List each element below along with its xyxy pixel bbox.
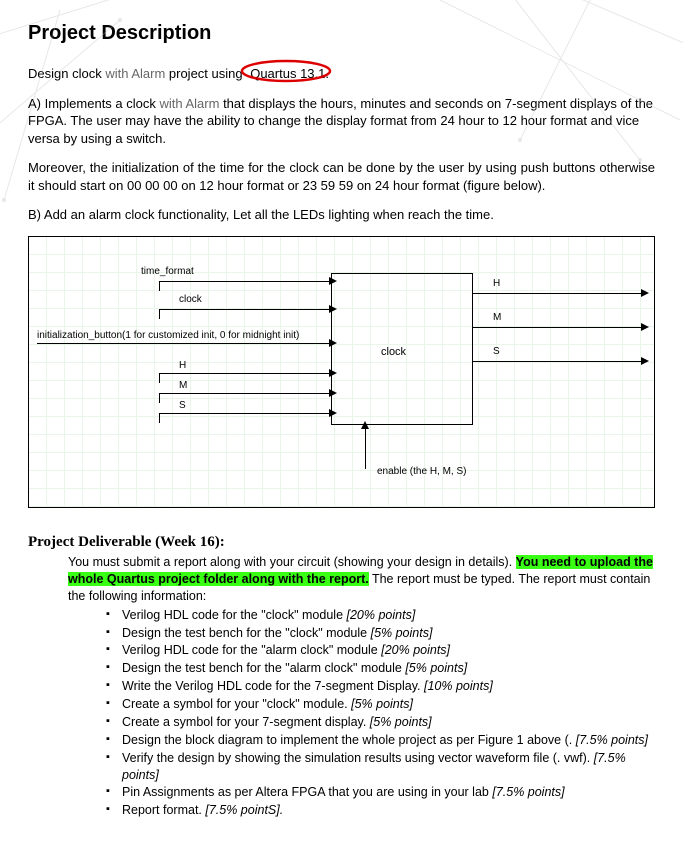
list-item: Design the block diagram to implement th… <box>106 732 655 749</box>
label-H-in: H <box>179 359 186 373</box>
red-circle-annotation <box>238 59 338 85</box>
line-clock-in <box>159 309 331 310</box>
line-time-format <box>159 281 331 282</box>
deliv-prefix: You must submit a report along with your… <box>68 555 516 569</box>
item-text: Verilog HDL code for the "clock" module <box>122 608 347 622</box>
section-a: A) Implements a clock with Alarm that di… <box>28 95 655 148</box>
item-points: [7.5% points] <box>492 785 564 799</box>
item-points: [5% points] <box>405 661 467 675</box>
item-points: [7.5% points] <box>576 733 648 747</box>
list-item: Create a symbol for your 7-segment displ… <box>106 714 655 731</box>
line-enable <box>365 423 366 469</box>
label-time-format: time_format <box>141 265 194 279</box>
item-text: Create a symbol for your "clock" module. <box>122 697 351 711</box>
label-S-out: S <box>493 345 500 359</box>
label-S-in: S <box>179 399 186 413</box>
intro-suffix: project using <box>169 66 246 81</box>
item-text: Create a symbol for your 7-segment displ… <box>122 715 370 729</box>
list-item: Design the test bench for the "alarm clo… <box>106 660 655 677</box>
line-M-out <box>473 327 643 328</box>
label-M-out: M <box>493 311 501 325</box>
label-init-button: initialization_button(1 for customized i… <box>37 329 299 343</box>
block-diagram: clock time_format clock initialization_b… <box>28 236 655 508</box>
moreover-text: Moreover, the initialization of the time… <box>28 159 655 194</box>
line-M-in <box>159 393 331 394</box>
item-text: Design the test bench for the "clock" mo… <box>122 626 371 640</box>
line-S-out <box>473 361 643 362</box>
list-item: Verify the design by showing the simulat… <box>106 750 655 784</box>
section-b: B) Add an alarm clock functionality, Let… <box>28 206 655 224</box>
section-a-lead: A) Implements a clock <box>28 96 156 111</box>
list-item: Write the Verilog HDL code for the 7-seg… <box>106 678 655 695</box>
section-a-grey: with Alarm <box>156 96 223 111</box>
list-item: Create a symbol for your "clock" module.… <box>106 696 655 713</box>
page-title: Project Description <box>28 20 655 47</box>
label-M-in: M <box>179 379 187 393</box>
item-text: Write the Verilog HDL code for the 7-seg… <box>122 679 424 693</box>
list-item: Pin Assignments as per Altera FPGA that … <box>106 784 655 801</box>
item-points: [10% points] <box>424 679 493 693</box>
deliverable-heading: Project Deliverable (Week 16): <box>28 532 655 552</box>
line-S-in <box>159 413 331 414</box>
line-init-button <box>37 343 331 344</box>
item-points: [5% points] <box>371 626 433 640</box>
label-clock-in: clock <box>179 293 202 307</box>
list-item: Report format. [7.5% pointS]. <box>106 802 655 819</box>
item-text: Design the block diagram to implement th… <box>122 733 576 747</box>
intro-prefix: Design clock <box>28 66 102 81</box>
item-text: Design the test bench for the "alarm clo… <box>122 661 405 675</box>
item-points: [20% points] <box>347 608 416 622</box>
item-points: [5% points] <box>351 697 413 711</box>
line-H-out <box>473 293 643 294</box>
intro-line: Design clock with Alarm project using Qu… <box>28 65 655 83</box>
circled-quartus: Quartus 13.1. <box>246 65 333 83</box>
item-text: Verilog HDL code for the "alarm clock" m… <box>122 643 381 657</box>
label-enable: enable (the H, M, S) <box>377 465 466 479</box>
line-H-in <box>159 373 331 374</box>
item-text: Report format. <box>122 803 205 817</box>
label-H-out: H <box>493 277 500 291</box>
list-item: Design the test bench for the "clock" mo… <box>106 625 655 642</box>
deliverable-body: You must submit a report along with your… <box>28 554 655 819</box>
item-text: Pin Assignments as per Altera FPGA that … <box>122 785 492 799</box>
item-text: Verify the design by showing the simulat… <box>122 751 594 765</box>
item-points: [7.5% pointS]. <box>205 803 283 817</box>
list-item: Verilog HDL code for the "clock" module … <box>106 607 655 624</box>
item-points: [20% points] <box>381 643 450 657</box>
intro-with-alarm: with Alarm <box>102 66 169 81</box>
item-points: [5% points] <box>370 715 432 729</box>
deliverable-list: Verilog HDL code for the "clock" module … <box>106 607 655 820</box>
center-label: clock <box>381 345 406 360</box>
list-item: Verilog HDL code for the "alarm clock" m… <box>106 642 655 659</box>
